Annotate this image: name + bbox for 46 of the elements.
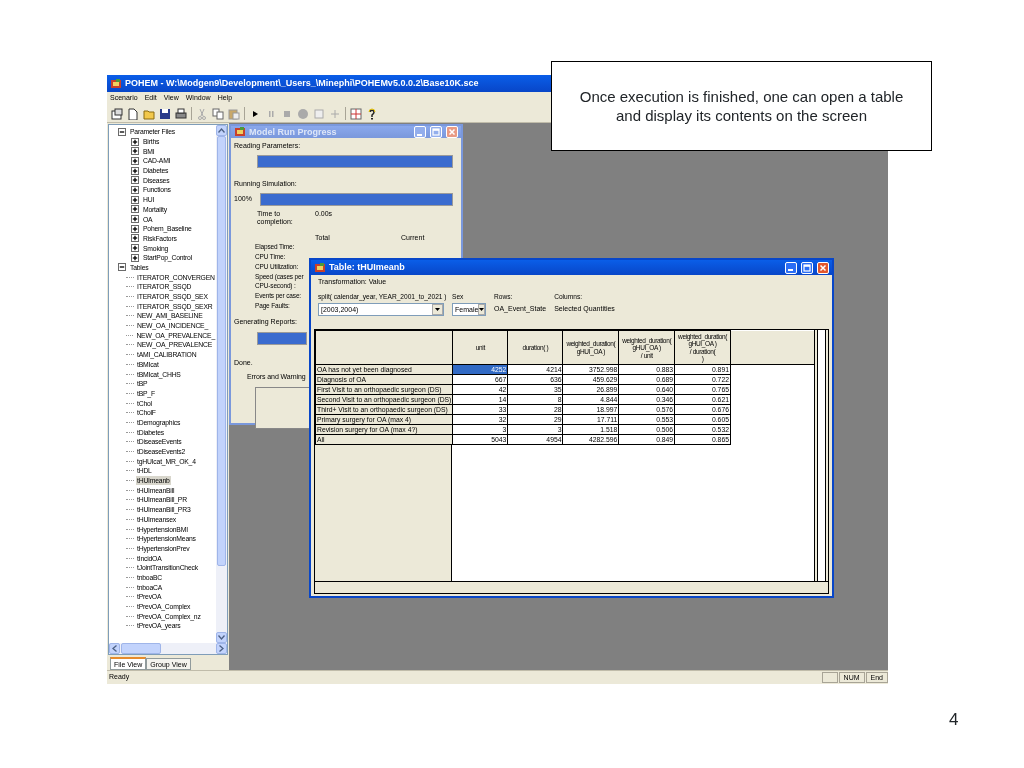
plus-box-icon[interactable] <box>131 244 139 253</box>
properties-icon[interactable] <box>111 107 123 120</box>
minimize-icon <box>787 269 793 271</box>
close-button[interactable] <box>817 261 829 274</box>
window-title: Model Run Progress <box>249 126 337 138</box>
help-icon[interactable] <box>366 107 378 120</box>
horizontal-scrollbar[interactable] <box>315 581 828 593</box>
vertical-scrollbar[interactable] <box>216 125 227 643</box>
copy-icon[interactable] <box>212 107 224 120</box>
plus-box-icon[interactable] <box>131 147 139 156</box>
plus-box-icon[interactable] <box>131 137 139 146</box>
plus-box-icon[interactable] <box>131 166 139 175</box>
window-title: Table: tHUImeanb <box>329 262 405 273</box>
app-icon <box>110 77 122 90</box>
minus-box-icon[interactable] <box>118 127 126 136</box>
save-icon[interactable] <box>159 107 171 120</box>
close-icon <box>448 128 456 136</box>
plus-box-icon[interactable] <box>131 195 139 204</box>
close-icon <box>819 263 827 272</box>
maximize-icon <box>803 263 811 272</box>
maximize-button[interactable] <box>801 261 813 274</box>
app-icon <box>314 261 326 274</box>
dropdown-arrow-icon <box>435 308 440 312</box>
status-panel <box>821 672 838 683</box>
maximize-icon <box>432 128 440 136</box>
print-icon[interactable] <box>175 107 187 120</box>
plus-box-icon[interactable] <box>131 234 139 243</box>
slide-number: 4 <box>949 709 959 731</box>
plus-box-icon[interactable] <box>131 224 139 233</box>
grid-icon[interactable] <box>350 107 362 120</box>
dropdown-arrow-icon <box>479 308 485 312</box>
minimize-button[interactable] <box>785 261 797 274</box>
new-file-icon[interactable] <box>127 107 139 120</box>
minus-box-icon[interactable] <box>118 263 126 272</box>
plus-box-icon[interactable] <box>131 176 139 185</box>
plus-box-icon[interactable] <box>131 156 139 165</box>
callout-text: Once execution is finished, one can open a table and display its contents on the screen <box>551 61 932 151</box>
vertical-scrollbar[interactable] <box>814 330 828 581</box>
plus-box-icon[interactable] <box>131 185 139 194</box>
plus-box-icon[interactable] <box>131 253 139 262</box>
plus-box-icon[interactable] <box>131 205 139 214</box>
horizontal-scrollbar[interactable] <box>109 643 227 654</box>
minimize-icon <box>416 133 422 136</box>
app-icon <box>234 126 246 138</box>
window-title: POHEM - W:\Modgen9\Development\_Users_\Minephi\POHEMv5.0.0.2\Base10K.sce <box>125 78 479 89</box>
plus-box-icon[interactable] <box>131 215 139 224</box>
